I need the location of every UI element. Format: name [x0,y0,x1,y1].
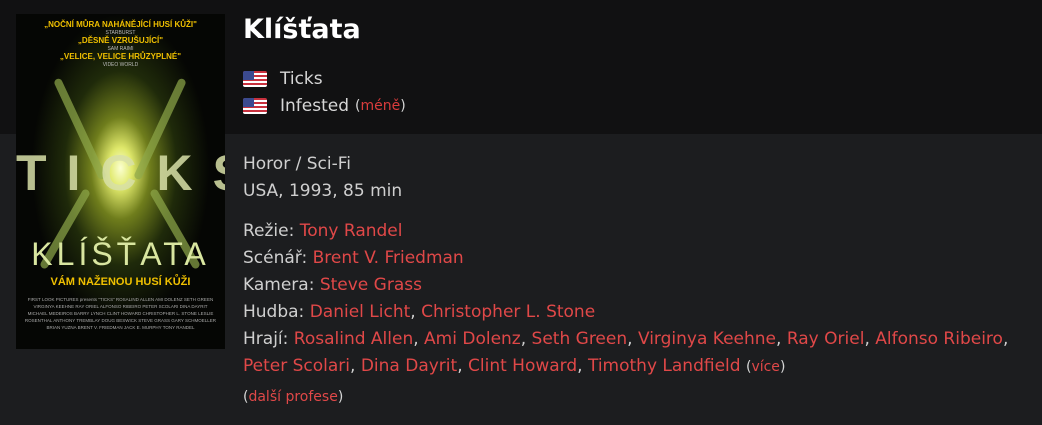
poster-big-title: TICKS [16,145,225,201]
composer-link[interactable]: Daniel Licht [310,302,411,322]
origin-info: USA, 1993, 85 min [243,181,403,201]
actor-link[interactable]: Virginya Keehne [638,329,776,349]
cast-label: Hrají: [243,329,289,349]
poster-quote-1: „NOČNÍ MŮRA NAHÁNĚJÍCÍ HUSÍ KŮŽI" [44,20,197,29]
actor-link[interactable]: Ami Dolenz [424,329,521,349]
poster-cz-title: KLÍŠŤATA [31,236,210,272]
alt-title-row: Ticks [243,69,323,89]
actor-link[interactable]: Peter Scolari [243,356,350,376]
actor-link[interactable]: Dina Dayrit [361,356,457,376]
writer-link[interactable]: Brent V. Friedman [313,248,464,268]
actor-link[interactable]: Timothy Landfield [588,356,741,376]
poster-quote-3: „VELICE, VELICE HRŮZYPLNÉ" [59,52,182,61]
camera-row: Kamera: Steve Grass [243,275,422,295]
actor-link[interactable]: Ray Oriel [787,329,865,349]
director-label: Režie: [243,221,295,241]
camera-label: Kamera: [243,275,315,295]
movie-poster[interactable]: „NOČNÍ MŮRA NAHÁNĚJÍCÍ HUSÍ KŮŽI" STARBU… [16,14,225,349]
actor-link[interactable]: Alfonso Ribeiro [875,329,1003,349]
music-label: Hudba: [243,302,305,322]
page-title: Klíšťata [243,14,361,45]
more-cast-link[interactable]: více [751,359,780,375]
writer-row: Scénář: Brent V. Friedman [243,248,464,268]
alt-title-name: Infested [280,96,350,116]
composer-link[interactable]: Christopher L. Stone [421,302,595,322]
camera-link[interactable]: Steve Grass [320,275,422,295]
poster-tagline: VÁM NAŽENOU HUSÍ KŮŽI [50,276,191,288]
poster-credits: FIRST LOOK PICTURES presents "TICKS" ROS… [24,297,217,330]
director-link[interactable]: Tony Randel [300,221,403,241]
actor-link[interactable]: Clint Howard [468,356,577,376]
alt-title-row: Infested (méně) [243,96,406,116]
cast-row: Hrají: Rosalind Allen, Ami Dolenz, Seth … [243,329,1009,349]
us-flag-icon [243,98,267,114]
genre: Horor / Sci-Fi [243,154,351,174]
music-row: Hudba: Daniel Licht, Christopher L. Ston… [243,302,596,322]
other-professions-row: (další profese) [243,389,344,405]
less-titles-link[interactable]: méně [360,98,400,114]
actor-link[interactable]: Seth Green [532,329,628,349]
actor-link[interactable]: Rosalind Allen [294,329,413,349]
poster-quote-2: „DĚSNĚ VZRUŠUJÍCÍ" [77,36,164,45]
other-professions-link[interactable]: další profese [248,389,337,405]
poster-source-3: VIDEO WORLD [102,62,139,68]
alt-title-name: Ticks [280,69,323,89]
director-row: Režie: Tony Randel [243,221,403,241]
us-flag-icon [243,71,267,87]
cast-row-continued: Peter Scolari, Dina Dayrit, Clint Howard… [243,356,786,376]
writer-label: Scénář: [243,248,308,268]
